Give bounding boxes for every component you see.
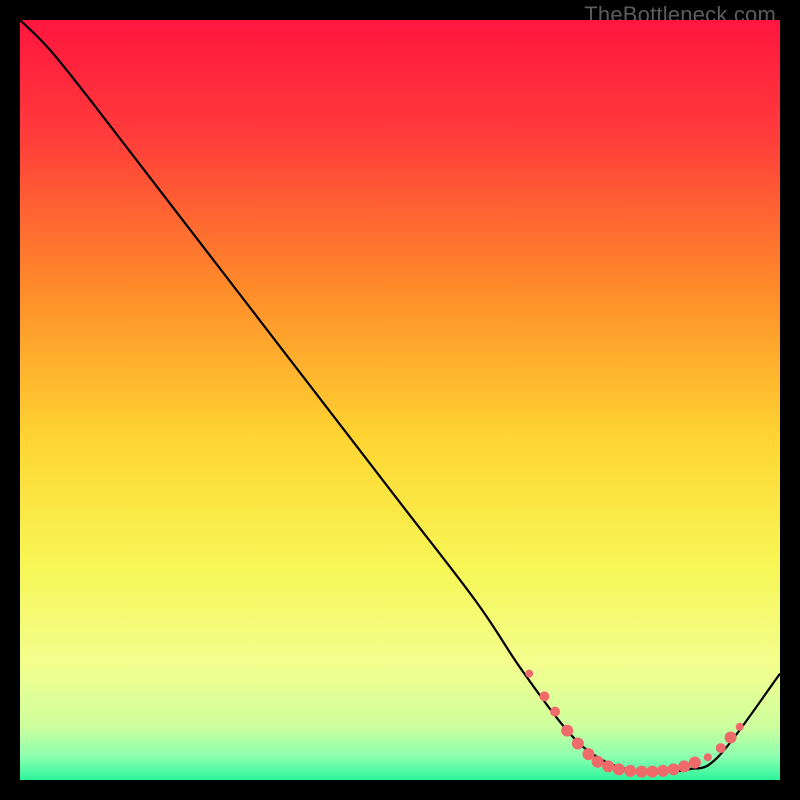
optimum-marker (646, 766, 658, 778)
optimum-marker (539, 691, 549, 701)
optimum-marker (561, 725, 573, 737)
optimum-marker (736, 723, 744, 731)
optimum-marker (613, 763, 625, 775)
optimum-marker (592, 756, 604, 768)
optimum-marker (624, 765, 636, 777)
optimum-marker (572, 738, 584, 750)
bottleneck-chart (20, 20, 780, 780)
optimum-marker (704, 753, 712, 761)
optimum-marker (525, 670, 533, 678)
optimum-marker (668, 763, 680, 775)
optimum-marker (602, 760, 614, 772)
optimum-marker (636, 766, 648, 778)
optimum-marker (716, 743, 726, 753)
optimum-marker (689, 757, 701, 769)
optimum-marker (725, 731, 737, 743)
optimum-marker (550, 707, 560, 717)
chart-frame (20, 20, 780, 780)
optimum-marker (678, 760, 690, 772)
gradient-background (20, 20, 780, 780)
optimum-marker (657, 765, 669, 777)
